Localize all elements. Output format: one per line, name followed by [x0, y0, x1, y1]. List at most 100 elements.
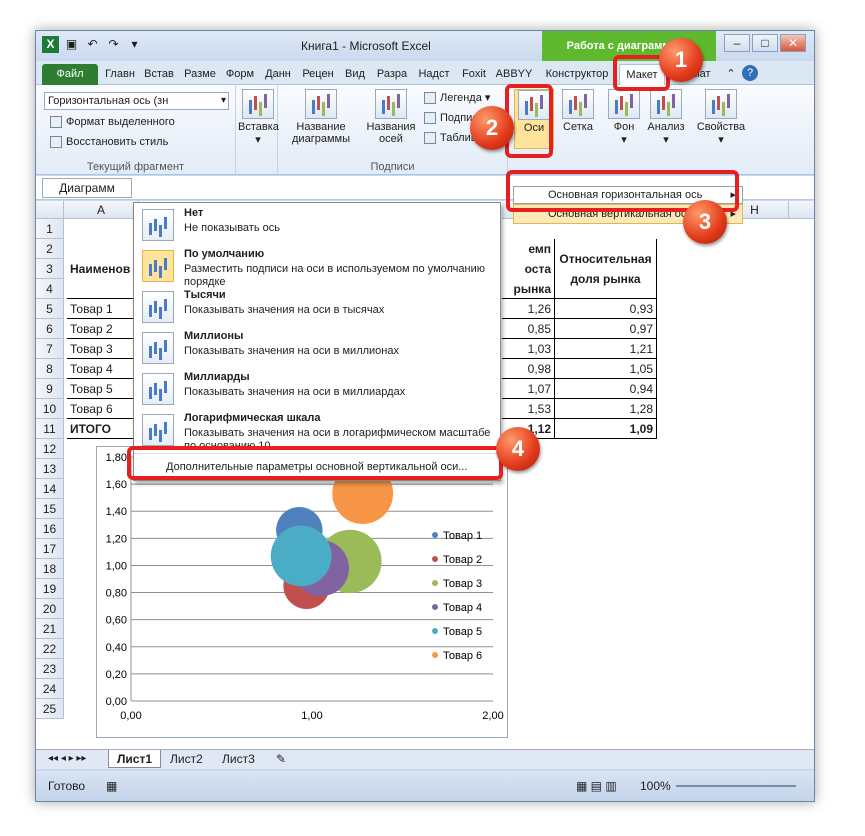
row-header[interactable]: 17 [36, 539, 64, 559]
chart-plot[interactable]: 0,00 0,20 0,40 0,60 0,80 1,00 1,20 1,40 1,60 1,80… [97, 447, 507, 737]
tab-design[interactable]: Конструктор [539, 64, 615, 85]
row-header[interactable]: 5 [36, 299, 64, 319]
table-cell[interactable]: 1,05 [555, 359, 657, 379]
table-cell[interactable]: 1,28 [555, 399, 657, 419]
table-header-name[interactable]: Наименов [67, 239, 139, 299]
table-cell[interactable]: 1,53 [502, 399, 555, 419]
tab-foxit[interactable]: Foxit [456, 64, 492, 85]
row-header[interactable]: 2 [36, 239, 64, 259]
analysis-button[interactable]: Анализ ▾ [644, 89, 688, 146]
tab-page-layout[interactable]: Разме [180, 64, 220, 85]
customize-icon[interactable]: ▾ [126, 36, 143, 53]
redo-icon[interactable]: ↷ [105, 36, 122, 53]
axis-titles-button[interactable]: Названия осей [362, 89, 420, 145]
undo-icon[interactable]: ↶ [84, 36, 101, 53]
background-button[interactable]: Фон ▾ [604, 89, 644, 146]
select-all-corner[interactable] [36, 201, 64, 219]
tab-abbyy[interactable]: ABBYY [494, 64, 534, 85]
row-header[interactable]: 3 [36, 259, 64, 279]
help-icon[interactable]: ? [742, 65, 758, 81]
table-cell[interactable]: Товар 1 [67, 299, 139, 319]
table-cell[interactable]: 0,94 [555, 379, 657, 399]
table-cell[interactable]: 1,03 [502, 339, 555, 359]
tab-review[interactable]: Рецен [298, 64, 338, 85]
submenu-item[interactable]: Миллионы Показывать значения на оси в мил… [134, 328, 500, 372]
sheet-tab-2[interactable]: Лист2 [162, 750, 211, 768]
row-header[interactable]: 12 [36, 439, 64, 459]
submenu-item[interactable]: По умолчанию Разместить подписи на оси в … [134, 246, 500, 290]
tab-home[interactable]: Главн [102, 64, 138, 85]
table-cell[interactable]: Товар 3 [67, 339, 139, 359]
macro-record-icon[interactable]: ▦ [106, 771, 117, 801]
row-header[interactable]: 9 [36, 379, 64, 399]
sheet-nav-arrows[interactable]: ◂◂ ◂ ▸ ▸▸ [40, 750, 94, 768]
table-cell[interactable]: Товар 5 [67, 379, 139, 399]
table-cell[interactable]: 1,07 [502, 379, 555, 399]
submenu-item[interactable]: Миллиарды Показывать значения на оси в ми… [134, 369, 500, 413]
legend-button[interactable]: Легенда ▾ [424, 89, 490, 107]
row-header[interactable]: 20 [36, 599, 64, 619]
format-selection-button[interactable]: Формат выделенного [50, 113, 175, 131]
table-cell[interactable]: Товар 4 [67, 359, 139, 379]
save-icon[interactable]: ▣ [63, 36, 80, 53]
row-header[interactable]: 4 [36, 279, 64, 299]
name-box[interactable]: Диаграмм [42, 178, 132, 198]
row-header[interactable]: 24 [36, 679, 64, 699]
tab-data[interactable]: Данн [260, 64, 296, 85]
row-header[interactable]: 6 [36, 319, 64, 339]
zoom-slider[interactable] [676, 785, 796, 787]
chart-elements-combo[interactable]: Горизонтальная ось (зн [44, 92, 229, 110]
new-sheet-icon[interactable]: ✎ [268, 750, 294, 768]
view-buttons[interactable]: ▦ ▤ ▥ [576, 771, 617, 801]
row-header[interactable]: 10 [36, 399, 64, 419]
insert-button[interactable]: Вставка ▾ [238, 89, 279, 146]
column-header-a[interactable]: A [64, 201, 139, 219]
row-header[interactable]: 11 [36, 419, 64, 439]
table-cell[interactable]: 0,85 [502, 319, 555, 339]
table-cell[interactable]: 1,26 [502, 299, 555, 319]
tab-addins[interactable]: Надст [414, 64, 454, 85]
row-header[interactable]: 8 [36, 359, 64, 379]
row-header[interactable]: 13 [36, 459, 64, 479]
submenu-item[interactable]: Нет Не показывать ось [134, 205, 500, 249]
table-header-share[interactable]: Относительная доля рынка [555, 239, 657, 299]
table-cell[interactable]: Товар 2 [67, 319, 139, 339]
row-header[interactable]: 25 [36, 699, 64, 719]
row-header[interactable]: 19 [36, 579, 64, 599]
table-cell[interactable]: Товар 6 [67, 399, 139, 419]
tab-file[interactable]: Файл [42, 64, 98, 85]
bubble-chart[interactable]: 0,00 0,20 0,40 0,60 0,80 1,00 1,20 1,40 1,60 1,80… [96, 446, 508, 738]
close-button[interactable]: ✕ [780, 34, 806, 52]
row-header[interactable]: 18 [36, 559, 64, 579]
zoom-level[interactable]: 100% [640, 771, 671, 801]
submenu-item[interactable]: Тысячи Показывать значения на оси в тысяч… [134, 287, 500, 331]
table-header-growth[interactable]: емп оста рынка [502, 239, 555, 299]
row-header[interactable]: 1 [36, 219, 64, 239]
column-header-i[interactable] [789, 201, 814, 219]
row-header[interactable]: 15 [36, 499, 64, 519]
row-header[interactable]: 22 [36, 639, 64, 659]
tab-formulas[interactable]: Форм [222, 64, 258, 85]
tab-view[interactable]: Вид [340, 64, 370, 85]
table-cell[interactable]: 1,09 [555, 419, 657, 439]
table-cell[interactable]: 0,98 [502, 359, 555, 379]
minimize-button[interactable]: – [724, 34, 750, 52]
row-header[interactable]: 23 [36, 659, 64, 679]
table-cell[interactable]: 1,21 [555, 339, 657, 359]
row-header[interactable]: 7 [36, 339, 64, 359]
maximize-button[interactable]: □ [752, 34, 778, 52]
table-cell[interactable]: 0,97 [555, 319, 657, 339]
row-header[interactable]: 21 [36, 619, 64, 639]
properties-button[interactable]: Свойства ▾ [694, 89, 748, 146]
ribbon-minimize-icon[interactable]: ⌃ [724, 64, 738, 85]
tab-insert[interactable]: Встав [140, 64, 178, 85]
sheet-tab-3[interactable]: Лист3 [214, 750, 263, 768]
chart-title-button[interactable]: Название диаграммы [282, 89, 360, 145]
gridlines-button[interactable]: Сетка [558, 89, 598, 133]
table-cell[interactable]: 0,93 [555, 299, 657, 319]
sheet-tab-1[interactable]: Лист1 [108, 750, 162, 768]
tab-developer[interactable]: Разра [372, 64, 412, 85]
reset-style-button[interactable]: Восстановить стиль [50, 133, 168, 151]
row-header[interactable]: 16 [36, 519, 64, 539]
table-cell[interactable]: ИТОГО [67, 419, 139, 439]
